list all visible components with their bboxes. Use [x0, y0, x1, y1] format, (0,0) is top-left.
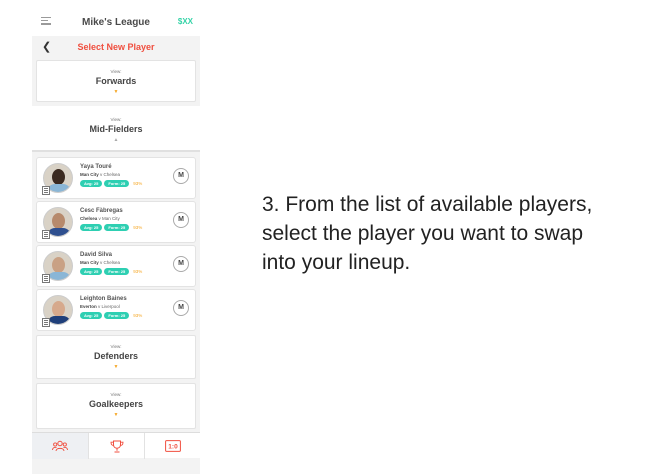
- player-fixture: Man City v Chelsea: [80, 260, 121, 265]
- player-name: Cesc Fàbregas: [80, 208, 123, 214]
- score-icon: 1:0: [164, 440, 181, 452]
- tab-scores[interactable]: 1:0: [144, 433, 200, 459]
- collapse-arrow-icon: ▲: [113, 137, 119, 143]
- instruction-text: 3. From the list of available players, s…: [262, 193, 593, 274]
- view-label: View:: [110, 117, 122, 122]
- position-button[interactable]: M: [173, 300, 189, 316]
- player-name: Yaya Touré: [80, 164, 112, 170]
- view-label: View:: [110, 392, 122, 397]
- view-label: View:: [110, 69, 122, 74]
- top-bar: Mike's League $XX: [32, 0, 200, 36]
- position-button[interactable]: M: [173, 212, 189, 228]
- view-defenders-card[interactable]: View: Defenders ▼: [36, 335, 196, 379]
- view-label: View:: [110, 344, 122, 349]
- player-details-icon[interactable]: [42, 274, 50, 283]
- player-row[interactable]: David Silva Man City v Chelsea Avg: 25 F…: [36, 245, 196, 287]
- player-stats: Avg: 25 Form: 25 93%: [80, 312, 142, 319]
- player-name: David Silva: [80, 252, 113, 258]
- trophy-icon: [110, 440, 123, 452]
- player-fixture: Chelsea v Man City: [80, 216, 120, 221]
- player-row[interactable]: Leighton Baines Everton v Liverpool Avg:…: [36, 289, 196, 331]
- bottom-tab-bar: 1:0: [32, 432, 200, 459]
- position-button[interactable]: M: [173, 256, 189, 272]
- percentage: 93%: [133, 269, 143, 274]
- player-row[interactable]: Cesc Fàbregas Chelsea v Man City Avg: 25…: [36, 201, 196, 243]
- expand-arrow-icon: ▼: [113, 364, 119, 370]
- percentage: 93%: [133, 313, 143, 318]
- money-balance: $XX: [177, 17, 193, 26]
- player-row[interactable]: Yaya Touré Man City v Chelsea Avg: 25 Fo…: [36, 157, 196, 199]
- player-fixture: Everton v Liverpool: [80, 304, 120, 309]
- expand-arrow-icon: ▼: [113, 412, 119, 418]
- view-title-forwards: Forwards: [95, 76, 137, 86]
- team-icon: [52, 440, 68, 452]
- percentage: 93%: [133, 181, 143, 186]
- avg-badge: Avg: 25: [80, 180, 103, 187]
- player-details-icon[interactable]: [42, 186, 50, 195]
- player-stats: Avg: 25 Form: 25 93%: [80, 224, 142, 231]
- player-stats: Avg: 25 Form: 25 93%: [80, 268, 142, 275]
- view-goalkeepers-card[interactable]: View: Goalkeepers ▼: [36, 383, 196, 429]
- player-stats: Avg: 25 Form: 25 93%: [80, 180, 142, 187]
- avg-badge: Avg: 25: [80, 224, 103, 231]
- form-badge: Form: 25: [104, 224, 130, 231]
- player-fixture: Man City v Chelsea: [80, 172, 121, 177]
- score-label: 1:0: [168, 444, 178, 451]
- form-badge: Form: 25: [104, 312, 130, 319]
- tab-team[interactable]: [32, 433, 88, 459]
- expand-arrow-icon: ▼: [113, 89, 119, 95]
- view-title-goalkeepers: Goalkeepers: [88, 399, 144, 409]
- page-title: Select New Player: [77, 42, 155, 52]
- phone-screen: Mike's League $XX ❮ Select New Player Vi…: [32, 0, 200, 474]
- form-badge: Form: 25: [104, 268, 130, 275]
- player-details-icon[interactable]: [42, 230, 50, 239]
- league-title: Mike's League: [82, 17, 150, 28]
- tab-trophy[interactable]: [88, 433, 144, 459]
- view-title-midfielders: Mid-Fielders: [89, 124, 143, 134]
- avg-badge: Avg: 25: [80, 312, 103, 319]
- percentage: 93%: [133, 225, 143, 230]
- player-details-icon[interactable]: [42, 318, 50, 327]
- avg-badge: Avg: 25: [80, 268, 103, 275]
- view-midfielders-card[interactable]: View: Mid-Fielders ▲: [32, 106, 200, 152]
- view-title-defenders: Defenders: [93, 351, 138, 361]
- position-button[interactable]: M: [173, 168, 189, 184]
- player-name: Leighton Baines: [80, 296, 127, 302]
- form-badge: Form: 25: [104, 180, 130, 187]
- sub-header: ❮ Select New Player: [32, 36, 200, 58]
- view-forwards-card[interactable]: View: Forwards ▼: [36, 60, 196, 102]
